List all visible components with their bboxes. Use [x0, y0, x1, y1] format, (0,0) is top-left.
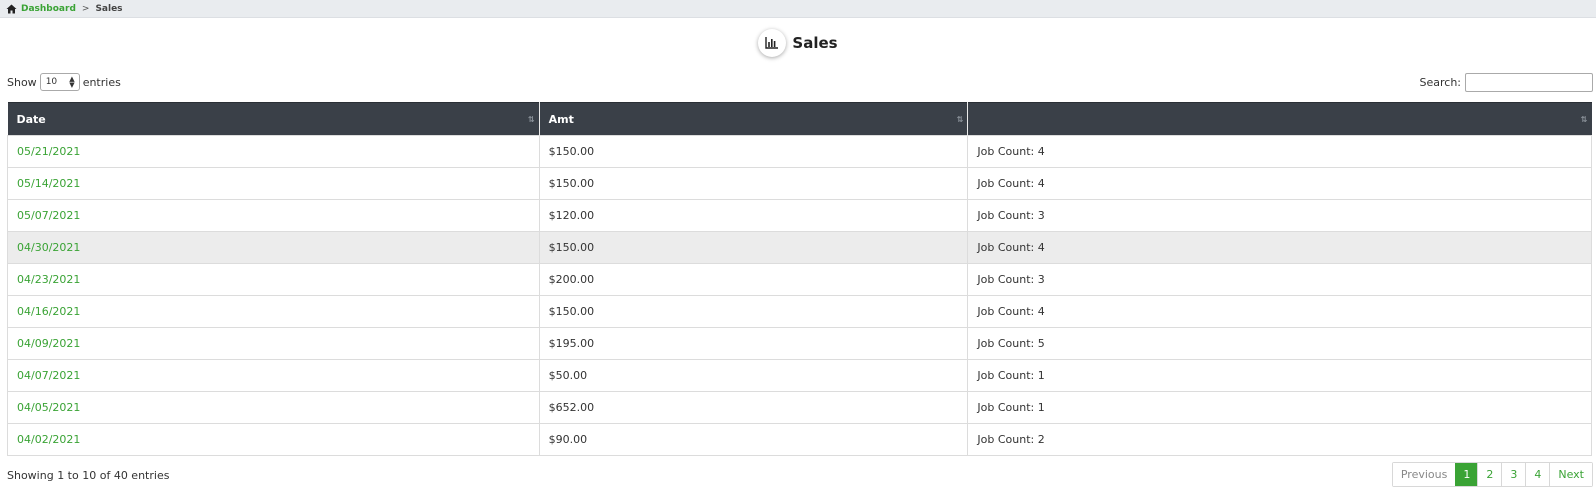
date-link[interactable]: 04/05/2021 — [17, 401, 80, 414]
page-title: Sales — [792, 34, 838, 52]
breadcrumb: Dashboard > Sales — [0, 0, 1596, 18]
job-count-cell: Job Count: 2 — [967, 423, 1592, 456]
column-header-label: Amt — [548, 112, 574, 126]
breadcrumb-dashboard-link[interactable]: Dashboard — [21, 4, 76, 14]
job-count-cell: Job Count: 4 — [967, 167, 1592, 200]
search-label: Search: — [1419, 75, 1462, 89]
home-icon[interactable] — [6, 4, 17, 14]
entries-length-value: 10 — [45, 77, 58, 87]
table-info: Showing 1 to 10 of 40 entries — [7, 469, 170, 482]
previous-button[interactable]: Previous — [1392, 463, 1456, 486]
table-row: 04/05/2021 $652.00 Job Count: 1 — [7, 391, 1592, 424]
date-link[interactable]: 05/14/2021 — [17, 177, 80, 190]
date-link[interactable]: 04/16/2021 — [17, 305, 80, 318]
select-arrows-icon: ▲ ▼ — [69, 75, 75, 89]
job-count-cell: Job Count: 4 — [967, 231, 1592, 264]
bar-chart-icon — [758, 29, 787, 57]
job-count-cell: Job Count: 3 — [967, 263, 1592, 296]
date-cell: 04/07/2021 — [7, 359, 540, 392]
table-row: 04/30/2021 $150.00 Job Count: 4 — [7, 231, 1592, 264]
date-link[interactable]: 04/30/2021 — [17, 241, 80, 254]
amt-cell: $200.00 — [538, 263, 969, 296]
date-link[interactable]: 04/09/2021 — [17, 337, 80, 350]
entries-length-control: Show 10 ▲ ▼ entries — [7, 72, 121, 92]
date-cell: 05/07/2021 — [7, 199, 540, 232]
date-link[interactable]: 05/07/2021 — [17, 209, 80, 222]
date-cell: 04/05/2021 — [7, 391, 540, 424]
date-link[interactable]: 04/07/2021 — [17, 369, 80, 382]
job-count-cell: Job Count: 5 — [967, 327, 1592, 360]
date-cell: 05/14/2021 — [7, 167, 540, 200]
amt-cell: $150.00 — [538, 295, 969, 328]
amt-cell: $652.00 — [538, 391, 969, 424]
job-count-cell: Job Count: 1 — [967, 359, 1592, 392]
sort-icon: ⇅ — [1580, 115, 1588, 124]
column-header-jobs[interactable]: ⇅ — [967, 102, 1592, 136]
date-cell: 04/16/2021 — [7, 295, 540, 328]
show-label: Show — [7, 75, 37, 89]
table-row: 05/07/2021 $120.00 Job Count: 3 — [7, 199, 1592, 232]
job-count-cell: Job Count: 4 — [967, 135, 1592, 168]
pagination: Previous 1 2 3 4 Next — [1391, 462, 1593, 487]
amt-cell: $150.00 — [538, 135, 969, 168]
table-row: 05/14/2021 $150.00 Job Count: 4 — [7, 167, 1592, 200]
job-count-cell: Job Count: 3 — [967, 199, 1592, 232]
amt-cell: $50.00 — [538, 359, 969, 392]
amt-cell: $150.00 — [538, 167, 969, 200]
page-button-3[interactable]: 3 — [1501, 463, 1526, 486]
date-cell: 04/02/2021 — [7, 423, 540, 456]
sales-table: Date ⇅ Amt ⇅ ⇅ 05/21/2021 $150.00 Job Count:… — [7, 102, 1592, 456]
page-button-1[interactable]: 1 — [1455, 463, 1478, 486]
sort-icon: ⇅ — [956, 115, 964, 124]
table-row: 04/02/2021 $90.00 Job Count: 2 — [7, 423, 1592, 456]
amt-cell: $150.00 — [538, 231, 969, 264]
date-link[interactable]: 04/02/2021 — [17, 433, 80, 446]
page-button-4[interactable]: 4 — [1525, 463, 1550, 486]
job-count-cell: Job Count: 1 — [967, 391, 1592, 424]
table-row: 05/21/2021 $150.00 Job Count: 4 — [7, 135, 1592, 168]
amt-cell: $195.00 — [538, 327, 969, 360]
entries-length-select[interactable]: 10 ▲ ▼ — [39, 73, 80, 91]
search-input[interactable] — [1465, 72, 1593, 92]
page-button-2[interactable]: 2 — [1477, 463, 1502, 486]
column-header-date[interactable]: Date ⇅ — [7, 102, 540, 136]
breadcrumb-separator: > — [81, 3, 90, 14]
sort-icon: ⇅ — [527, 115, 535, 124]
date-cell: 04/23/2021 — [7, 263, 540, 296]
date-link[interactable]: 05/21/2021 — [17, 145, 80, 158]
date-link[interactable]: 04/23/2021 — [17, 273, 80, 286]
amt-cell: $120.00 — [538, 199, 969, 232]
date-cell: 04/09/2021 — [7, 327, 540, 360]
table-row: 04/23/2021 $200.00 Job Count: 3 — [7, 263, 1592, 296]
table-row: 04/16/2021 $150.00 Job Count: 4 — [7, 295, 1592, 328]
column-header-amt[interactable]: Amt ⇅ — [539, 102, 969, 136]
search-control: Search: — [1419, 72, 1593, 92]
page-header: Sales — [0, 28, 1596, 58]
entries-label: entries — [82, 75, 121, 89]
table-row: 04/07/2021 $50.00 Job Count: 1 — [7, 359, 1592, 392]
date-cell: 04/30/2021 — [7, 231, 540, 264]
column-header-label: Date — [16, 112, 46, 126]
next-button[interactable]: Next — [1549, 463, 1592, 486]
breadcrumb-current: Sales — [95, 3, 123, 14]
date-cell: 05/21/2021 — [7, 135, 540, 168]
job-count-cell: Job Count: 4 — [967, 295, 1592, 328]
amt-cell: $90.00 — [538, 423, 969, 456]
table-row: 04/09/2021 $195.00 Job Count: 5 — [7, 327, 1592, 360]
table-header-row: Date ⇅ Amt ⇅ ⇅ — [7, 102, 1592, 136]
